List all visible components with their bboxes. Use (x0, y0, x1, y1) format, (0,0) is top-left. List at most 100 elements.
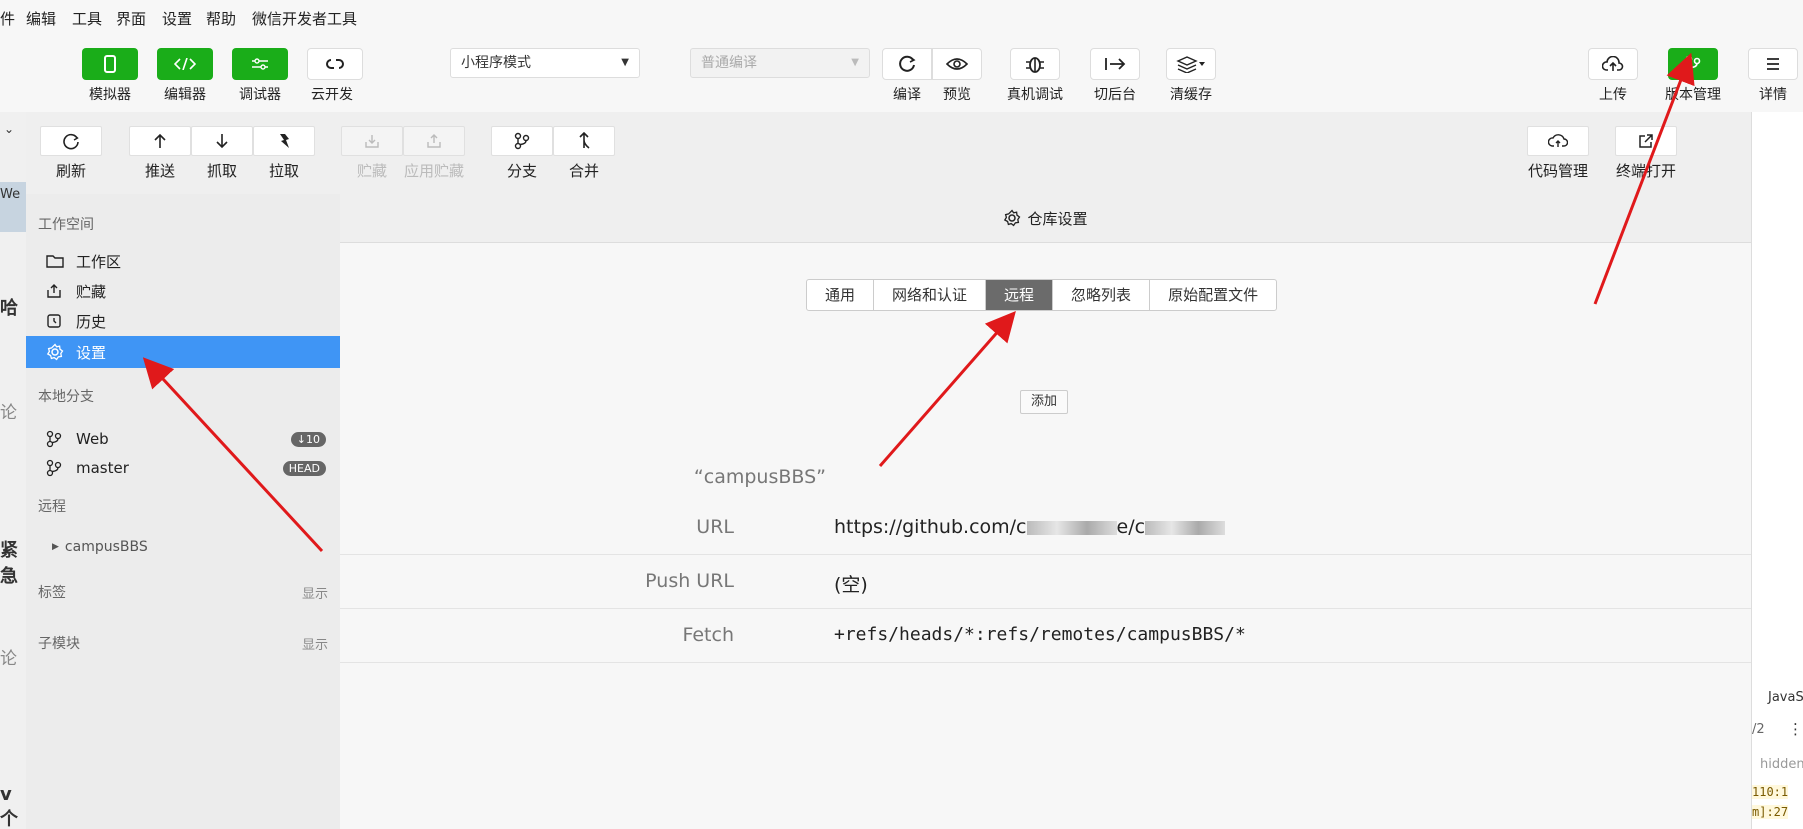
git-branch-icon (514, 132, 530, 150)
push-url-value[interactable]: (空) (834, 570, 868, 597)
branch-label: Web (76, 430, 109, 448)
code-mgmt-label: 代码管理 (1527, 162, 1588, 180)
url-label: URL (696, 516, 734, 538)
sidebar-item-stash[interactable]: 贮藏 (26, 275, 340, 307)
sidebar-item-workspace[interactable]: 工作区 (26, 245, 340, 277)
menu-file[interactable]: 件 (0, 8, 15, 29)
details-button[interactable] (1748, 48, 1798, 80)
compile-select-value: 普通编译 (701, 55, 757, 71)
pull-icon (280, 134, 289, 148)
menu-tools[interactable]: 工具 (72, 8, 102, 29)
menu-view[interactable]: 界面 (116, 8, 146, 29)
fetch-value[interactable]: +refs/heads/*:refs/remotes/campusBBS/* (834, 624, 1246, 645)
remote-debug-button[interactable] (1010, 48, 1060, 80)
fetch-button[interactable] (191, 126, 253, 156)
simulator-button[interactable] (82, 48, 138, 80)
code-mgmt-button[interactable] (1527, 126, 1589, 156)
branch-button[interactable] (491, 126, 553, 156)
git-branch-icon (46, 459, 62, 477)
editor-label: 编辑器 (164, 87, 206, 103)
main-toolbar: 模拟器 编辑器 调试器 云开发 小程序模式 ▼ 普通编译 ▼ 编译 预览 真机调… (0, 36, 1803, 113)
external-link-icon (1639, 134, 1653, 148)
version-mgmt-button[interactable] (1668, 48, 1718, 80)
apply-stash-button[interactable] (403, 126, 465, 156)
tab-remote[interactable]: 远程 (986, 280, 1054, 310)
url-mid: e/c (1116, 516, 1146, 538)
pull-button[interactable] (253, 126, 315, 156)
branch-item-master[interactable]: master HEAD (26, 452, 340, 484)
sidebar-item-settings[interactable]: 设置 (26, 336, 340, 368)
add-remote-button[interactable]: 添加 (1020, 390, 1069, 414)
menu-edit[interactable]: 编辑 (26, 8, 56, 29)
compile-button[interactable] (882, 48, 932, 80)
strip-text: We (0, 187, 21, 202)
strip-text: v个 (0, 784, 18, 829)
compile-select[interactable]: 普通编译 ▼ (690, 48, 870, 78)
strip-text: 紧急 (0, 540, 18, 587)
remote-item-campusbbs[interactable]: ▶ campusBBS (26, 531, 340, 563)
mode-select[interactable]: 小程序模式 ▼ (450, 48, 640, 78)
tab-network-auth[interactable]: 网络和认证 (874, 280, 987, 310)
preview-button[interactable] (932, 48, 982, 80)
sliders-icon (252, 58, 268, 70)
folder-icon (46, 255, 64, 268)
cloud-dev-label: 云开发 (311, 87, 353, 103)
fetch-label: 抓取 (206, 162, 237, 180)
source-link[interactable]: 110:1 (1752, 785, 1789, 799)
sidebar-item-label: 历史 (76, 312, 107, 331)
source-link[interactable]: m]:27 (1752, 805, 1789, 819)
refresh-icon (899, 55, 916, 72)
editor-button[interactable] (157, 48, 213, 80)
debugger-button[interactable] (232, 48, 288, 80)
push-icon (154, 133, 166, 148)
background-editor-strip: ⌄ We 哈 论 紧急 论 v个 (0, 112, 26, 829)
bug-icon (1026, 57, 1044, 73)
phone-icon (104, 55, 116, 73)
submodule-show-link[interactable]: 显示 (302, 634, 328, 653)
strip-text: 论 (0, 649, 17, 669)
sidebar-item-label: 设置 (76, 343, 107, 362)
menu-icon (1767, 58, 1779, 70)
apply-stash-icon (427, 134, 441, 148)
git-branch-icon (46, 430, 62, 448)
menu-settings[interactable]: 设置 (162, 8, 192, 29)
refresh-button[interactable] (40, 126, 102, 156)
caret-down-icon: ▼ (851, 57, 859, 68)
redacted-text (1145, 520, 1226, 535)
cloud-dev-button[interactable] (307, 48, 363, 80)
tab-raw-config[interactable]: 原始配置文件 (1150, 280, 1276, 310)
merge-button[interactable] (553, 126, 615, 156)
background-button[interactable] (1090, 48, 1140, 80)
upload-button[interactable] (1588, 48, 1638, 80)
clear-cache-button[interactable] (1166, 48, 1216, 80)
menu-devtools[interactable]: 微信开发者工具 (252, 8, 357, 29)
menu-help[interactable]: 帮助 (206, 8, 236, 29)
cloud-upload-icon (1602, 56, 1624, 71)
clear-cache-label: 清缓存 (1170, 87, 1212, 103)
preview-label: 预览 (943, 87, 971, 103)
url-row: URL https://github.com/c e/c (340, 502, 1751, 555)
repo-settings-panel: 仓库设置 通用 网络和认证 远程 忽略列表 原始配置文件 添加 “campusB… (340, 194, 1751, 829)
sidebar-item-history[interactable]: 历史 (26, 305, 340, 337)
more-icon[interactable]: ⋮ (1788, 720, 1803, 738)
branch-item-web[interactable]: Web ↓10 (26, 423, 340, 455)
sidebar-item-label: 工作区 (76, 252, 122, 271)
fetch-row: Fetch +refs/heads/*:refs/remotes/campusB… (340, 610, 1751, 663)
tab-general[interactable]: 通用 (807, 280, 875, 310)
stash-button[interactable] (341, 126, 403, 156)
tab-ignore-list[interactable]: 忽略列表 (1053, 280, 1151, 310)
push-button[interactable] (129, 126, 191, 156)
caret-down-icon: ▼ (621, 57, 629, 68)
submodule-section-title: 子模块 (38, 636, 80, 652)
merge-label: 合并 (568, 162, 599, 180)
debugger-label: 调试器 (239, 87, 281, 103)
history-icon (47, 314, 61, 328)
cloud-link-icon (326, 59, 344, 69)
gear-icon (46, 343, 64, 361)
terminal-open-button[interactable] (1615, 126, 1677, 156)
refresh-icon (63, 133, 79, 150)
url-value[interactable]: https://github.com/c e/c (834, 516, 1226, 538)
tags-show-link[interactable]: 显示 (302, 583, 328, 602)
switch-background-icon (1105, 58, 1126, 70)
cloud-sync-icon (1548, 134, 1568, 147)
